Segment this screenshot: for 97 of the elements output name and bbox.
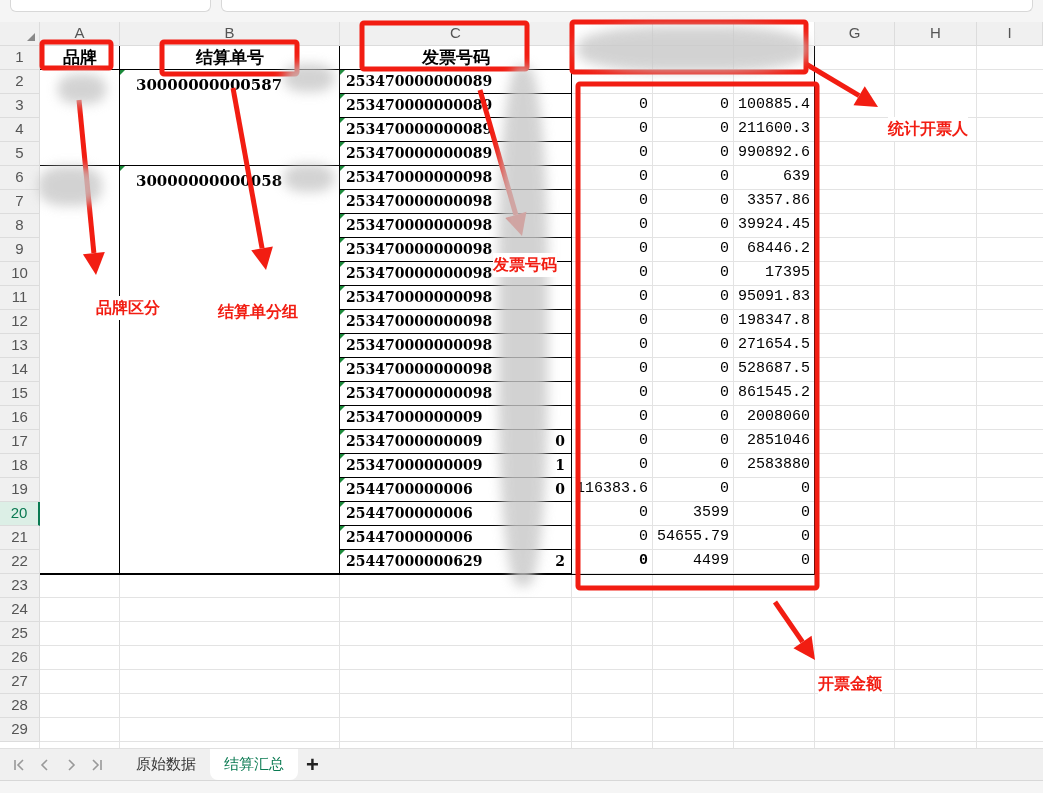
row-number[interactable]: 20: [0, 502, 40, 526]
row-number[interactable]: 2: [0, 70, 40, 94]
row-number[interactable]: 22: [0, 550, 40, 574]
corner-mark-icon: [340, 262, 345, 267]
add-sheet-button[interactable]: +: [298, 749, 327, 780]
row-number[interactable]: 8: [0, 214, 40, 238]
arrow: [772, 600, 815, 660]
invoice-number: 2544700000006: [346, 480, 473, 499]
settlement-number-header: 结算单号: [120, 46, 340, 70]
corner-mark-icon: [340, 502, 345, 507]
row-number[interactable]: 11: [0, 286, 40, 310]
annotation-label: 发票号码: [493, 253, 557, 277]
invoice-number: 253470000000098: [346, 336, 493, 355]
formula-bar[interactable]: [221, 0, 1033, 12]
corner-mark-icon: [340, 406, 345, 411]
corner-mark-icon: [340, 142, 345, 147]
row-number[interactable]: 24: [0, 598, 40, 622]
row-number[interactable]: 7: [0, 190, 40, 214]
annotation-label: 开票金额: [818, 672, 882, 696]
invoice-number: 253470000000098: [346, 240, 493, 259]
invoice-number: 253470000000098: [346, 168, 493, 187]
row-number[interactable]: 3: [0, 94, 40, 118]
annotation-label: 统计开票人: [888, 117, 968, 141]
invoice-number: 25347000000009: [346, 432, 483, 451]
row-number[interactable]: 6: [0, 166, 40, 190]
merged-cell[interactable]: 30000000000587: [120, 70, 340, 166]
invoice-number: 253470000000098: [346, 192, 493, 211]
corner-mark-icon: [340, 430, 345, 435]
invoice-number: 2: [555, 552, 565, 571]
row-number[interactable]: 18: [0, 454, 40, 478]
blur-patch: [284, 64, 334, 92]
invoice-number: 253470000000089: [346, 144, 493, 163]
row-number[interactable]: 25: [0, 622, 40, 646]
invoice-number: 253470000000089: [346, 120, 493, 139]
corner-mark-icon: [340, 358, 345, 363]
settlement-number: 30000000000587: [136, 76, 283, 94]
corner-mark-icon: [340, 334, 345, 339]
invoice-number: 25447000000629: [346, 552, 483, 571]
blur-patch: [284, 164, 334, 192]
invoice-number: 253470000000098: [346, 264, 493, 283]
corner-mark-icon: [340, 214, 345, 219]
row-number[interactable]: 19: [0, 478, 40, 502]
row-number[interactable]: 10: [0, 262, 40, 286]
row-number[interactable]: 4: [0, 118, 40, 142]
corner-mark-icon: [340, 118, 345, 123]
sheet-tab[interactable]: 结算汇总: [210, 749, 298, 780]
corner-mark-icon: [340, 286, 345, 291]
invoice-number: 0: [555, 432, 565, 451]
invoice-number: 2544700000006: [346, 528, 473, 547]
column-header[interactable]: G: [815, 22, 895, 46]
invoice-number: 25347000000009: [346, 408, 483, 427]
row-number[interactable]: 13: [0, 334, 40, 358]
corner-mark-icon: [340, 310, 345, 315]
row-number[interactable]: 5: [0, 142, 40, 166]
invoice-number: 253470000000098: [346, 216, 493, 235]
row-number[interactable]: 23: [0, 574, 40, 598]
row-number[interactable]: 17: [0, 430, 40, 454]
invoice-number: 25347000000009: [346, 456, 483, 475]
corner-mark-icon: [120, 70, 125, 75]
row-number[interactable]: 26: [0, 646, 40, 670]
select-all-icon[interactable]: [27, 33, 35, 41]
invoice-number: 1: [555, 456, 565, 475]
row-number[interactable]: 12: [0, 310, 40, 334]
corner-mark-icon: [340, 238, 345, 243]
corner-mark-icon: [340, 526, 345, 531]
invoice-number: 2544700000006: [346, 504, 473, 523]
row-number[interactable]: 28: [0, 694, 40, 718]
corner-mark-icon: [340, 550, 345, 555]
corner-mark-icon: [340, 478, 345, 483]
last-sheet-icon[interactable]: [90, 757, 104, 772]
row-number[interactable]: 29: [0, 718, 40, 742]
invoice-number: 253470000000098: [346, 384, 493, 403]
first-sheet-icon[interactable]: [12, 757, 26, 772]
row-number[interactable]: 15: [0, 382, 40, 406]
invoice-number: 253470000000098: [346, 312, 493, 331]
corner-mark-icon: [340, 190, 345, 195]
sheet-tab[interactable]: 原始数据: [122, 749, 210, 780]
invoice-number: 0: [555, 480, 565, 499]
row-number[interactable]: 27: [0, 670, 40, 694]
corner-mark-icon: [120, 166, 125, 171]
corner-mark-icon: [340, 70, 345, 75]
corner-mark-icon: [340, 94, 345, 99]
invoice-number: 253470000000089: [346, 72, 493, 91]
name-box[interactable]: [10, 0, 212, 12]
invoice-number: 253470000000098: [346, 288, 493, 307]
corner-mark-icon: [340, 382, 345, 387]
annotation-label: 品牌区分: [96, 296, 160, 320]
column-header[interactable]: I: [977, 22, 1043, 46]
row-number[interactable]: 14: [0, 358, 40, 382]
row-number[interactable]: 21: [0, 526, 40, 550]
invoice-number: 253470000000098: [346, 360, 493, 379]
row-number[interactable]: 1: [0, 46, 40, 70]
row-number[interactable]: 9: [0, 238, 40, 262]
corner-mark-icon: [340, 454, 345, 459]
column-header[interactable]: H: [895, 22, 977, 46]
row-number[interactable]: 16: [0, 406, 40, 430]
corner-mark-icon: [340, 166, 345, 171]
